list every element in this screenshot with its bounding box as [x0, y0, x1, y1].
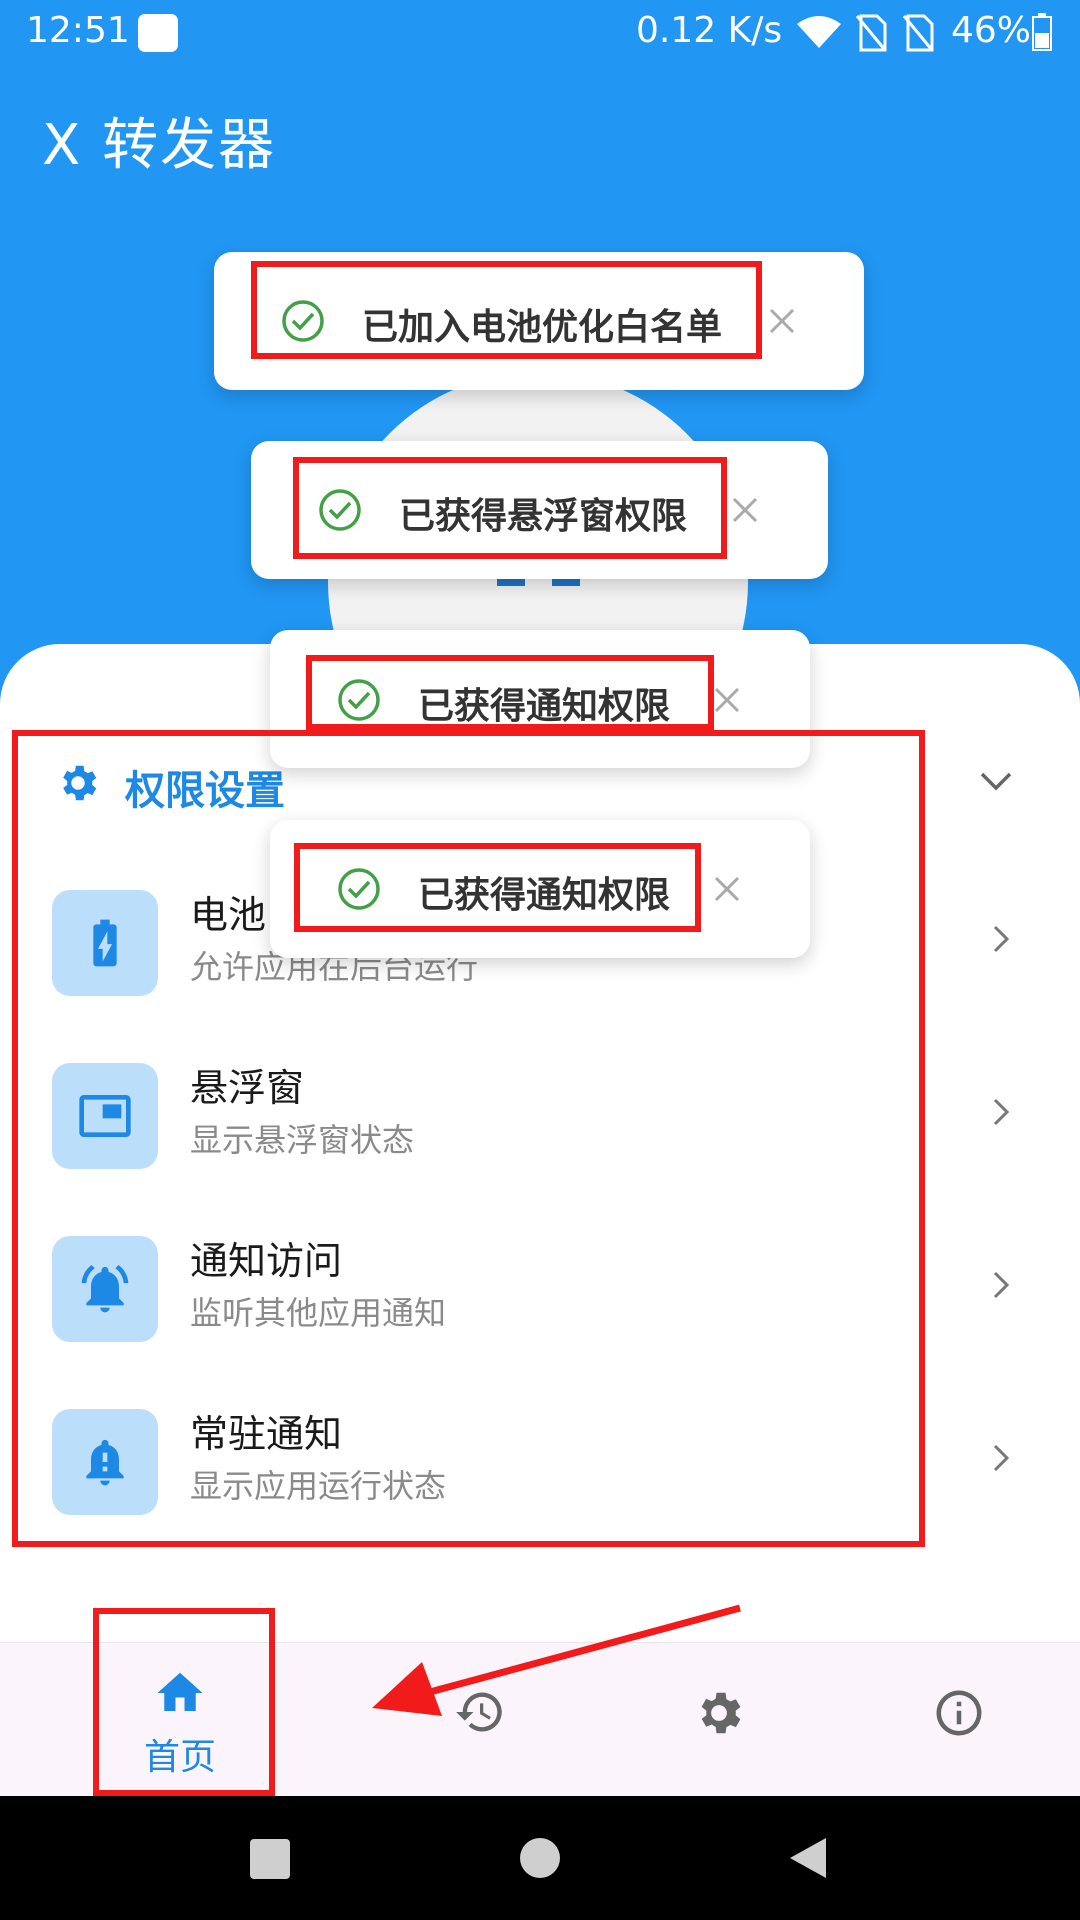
status-time: 12:51	[26, 10, 130, 51]
annotation-box	[306, 655, 714, 730]
no-sim-icon	[855, 14, 887, 52]
close-icon[interactable]	[713, 686, 741, 714]
battery-icon	[1032, 13, 1052, 51]
annotation-box	[251, 261, 762, 359]
annotation-box	[93, 1608, 275, 1796]
annotation-box	[12, 730, 925, 1547]
chevron-right-icon	[993, 925, 1010, 953]
circle-indicator	[552, 578, 580, 586]
close-icon[interactable]	[768, 307, 796, 335]
home-button[interactable]	[520, 1838, 560, 1878]
wifi-icon	[797, 16, 841, 48]
info-icon[interactable]	[932, 1686, 986, 1740]
recents-button[interactable]	[250, 1839, 290, 1879]
annotation-arrow	[372, 1604, 741, 1716]
chevron-right-icon	[993, 1098, 1010, 1126]
back-button[interactable]	[788, 1836, 828, 1880]
chevron-right-icon	[993, 1444, 1010, 1472]
chevron-right-icon	[993, 1271, 1010, 1299]
circle-indicator	[497, 578, 525, 586]
app-title: X 转发器	[42, 113, 277, 178]
no-sim-icon	[902, 14, 934, 52]
network-speed: 0.12 K/s	[636, 10, 783, 51]
battery-percent: 46%	[951, 10, 1032, 51]
chevron-down-icon[interactable]	[978, 770, 1014, 792]
status-bar: 12:51 0.12 K/s 46%	[0, 0, 1080, 66]
app-notification-icon	[138, 14, 178, 52]
close-icon[interactable]	[731, 496, 759, 524]
annotation-box	[293, 457, 727, 559]
